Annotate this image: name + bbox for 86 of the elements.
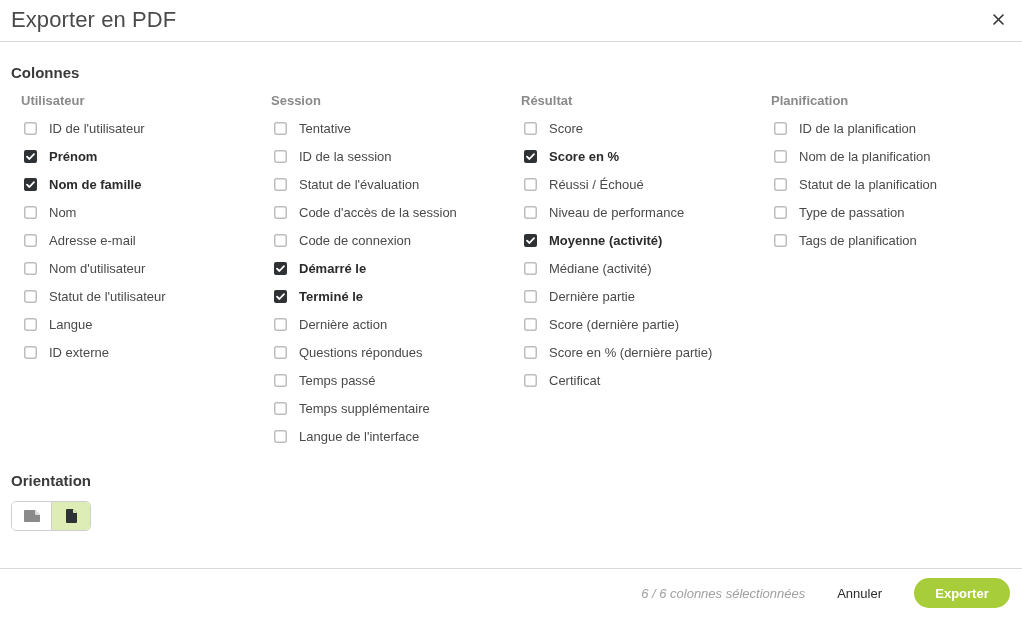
group-heading: Session [271, 93, 321, 109]
checkbox-label: Type de passation [799, 204, 905, 220]
checkbox[interactable] [274, 373, 287, 387]
checkbox-label: Questions répondues [299, 344, 423, 360]
checkbox-label: Nom de famille [49, 176, 142, 192]
checkbox[interactable] [24, 233, 37, 247]
checkbox[interactable] [524, 205, 537, 219]
checkbox[interactable] [24, 177, 37, 191]
checkbox-label: ID de la session [299, 148, 392, 164]
checkbox[interactable] [274, 121, 287, 135]
group-heading: Résultat [521, 93, 573, 109]
checkbox-label: Certificat [549, 372, 601, 388]
checkbox[interactable] [274, 261, 287, 275]
checkbox-label: Terminé le [299, 288, 364, 304]
checkbox[interactable] [774, 149, 787, 163]
checkbox[interactable] [524, 121, 537, 135]
group-heading: Utilisateur [21, 93, 85, 109]
checkbox[interactable] [24, 317, 37, 331]
dialog-title: Exporter en PDF [11, 6, 177, 33]
group-heading: Planification [771, 93, 849, 109]
checkbox[interactable] [524, 177, 537, 191]
checkbox-label: Dernière action [299, 316, 388, 332]
checkbox-label: ID externe [49, 344, 109, 360]
checkbox[interactable] [274, 429, 287, 443]
checkbox-label: Niveau de performance [549, 204, 685, 220]
checkbox-label: Dernière partie [549, 288, 635, 304]
checkbox-label: Langue de l'interface [299, 428, 420, 444]
checkbox-label: Adresse e-mail [49, 232, 136, 248]
checkbox-label: Score en % [549, 148, 620, 164]
checkbox[interactable] [524, 261, 537, 275]
checkbox-label: Prénom [49, 148, 98, 164]
checkbox-label: Démarré le [299, 260, 367, 276]
selection-count: 6 / 6 colonnes sélectionnées [641, 585, 806, 601]
section-heading: Colonnes [11, 64, 81, 82]
checkbox[interactable] [774, 233, 787, 247]
close-button[interactable] [991, 12, 1006, 27]
checkbox[interactable] [524, 317, 537, 331]
checkbox-label: ID de l'utilisateur [49, 120, 145, 136]
checkbox-label: Nom de la planification [799, 148, 931, 164]
checkbox[interactable] [24, 261, 37, 275]
checkbox[interactable] [274, 233, 287, 247]
checkbox-label: Langue [49, 316, 93, 332]
checkbox[interactable] [524, 149, 537, 163]
checkbox-label: Temps supplémentaire [299, 400, 430, 416]
section-heading: Orientation [11, 472, 91, 490]
checkbox[interactable] [774, 205, 787, 219]
checkbox[interactable] [24, 345, 37, 359]
orientation-toggle[interactable] [51, 502, 90, 530]
checkbox-label: Code d'accès de la session [299, 204, 457, 220]
checkbox-label: Nom [49, 204, 77, 220]
checkbox[interactable] [274, 289, 287, 303]
checkbox[interactable] [24, 121, 37, 135]
checkbox-label: Score (dernière partie) [549, 316, 680, 332]
checkbox[interactable] [24, 289, 37, 303]
checkbox-label: Tentative [299, 120, 352, 136]
checkbox[interactable] [274, 401, 287, 415]
checkbox[interactable] [24, 149, 37, 163]
checkbox-label: Médiane (activité) [549, 260, 652, 276]
checkbox[interactable] [274, 317, 287, 331]
checkbox-label: Statut de l'utilisateur [49, 288, 166, 304]
checkbox-label: Score [549, 120, 583, 136]
checkbox-label: Code de connexion [299, 232, 412, 248]
checkbox[interactable] [524, 233, 537, 247]
checkbox-label: Réussi / Échoué [549, 176, 644, 192]
checkbox-label: Statut de l'évaluation [299, 176, 420, 192]
checkbox-label: Tags de planification [799, 232, 917, 248]
checkbox[interactable] [274, 177, 287, 191]
checkbox[interactable] [24, 205, 37, 219]
checkbox[interactable] [274, 205, 287, 219]
portrait-page-icon [65, 509, 77, 523]
checkbox[interactable] [274, 149, 287, 163]
checkbox[interactable] [524, 345, 537, 359]
checkbox-label: ID de la planification [799, 120, 917, 136]
checkbox[interactable] [524, 289, 537, 303]
checkbox-label: Score en % (dernière partie) [549, 344, 713, 360]
checkbox[interactable] [524, 373, 537, 387]
checkbox-label: Temps passé [299, 372, 376, 388]
checkbox-label: Moyenne (activité) [549, 232, 663, 248]
checkbox[interactable] [774, 121, 787, 135]
landscape-page-icon [23, 510, 40, 522]
cancel-button[interactable]: Annuler [835, 578, 884, 608]
checkbox[interactable] [774, 177, 787, 191]
checkbox[interactable] [274, 345, 287, 359]
close-icon [993, 14, 1004, 25]
checkbox-label: Statut de la planification [799, 176, 938, 192]
checkbox-label: Nom d'utilisateur [49, 260, 146, 276]
